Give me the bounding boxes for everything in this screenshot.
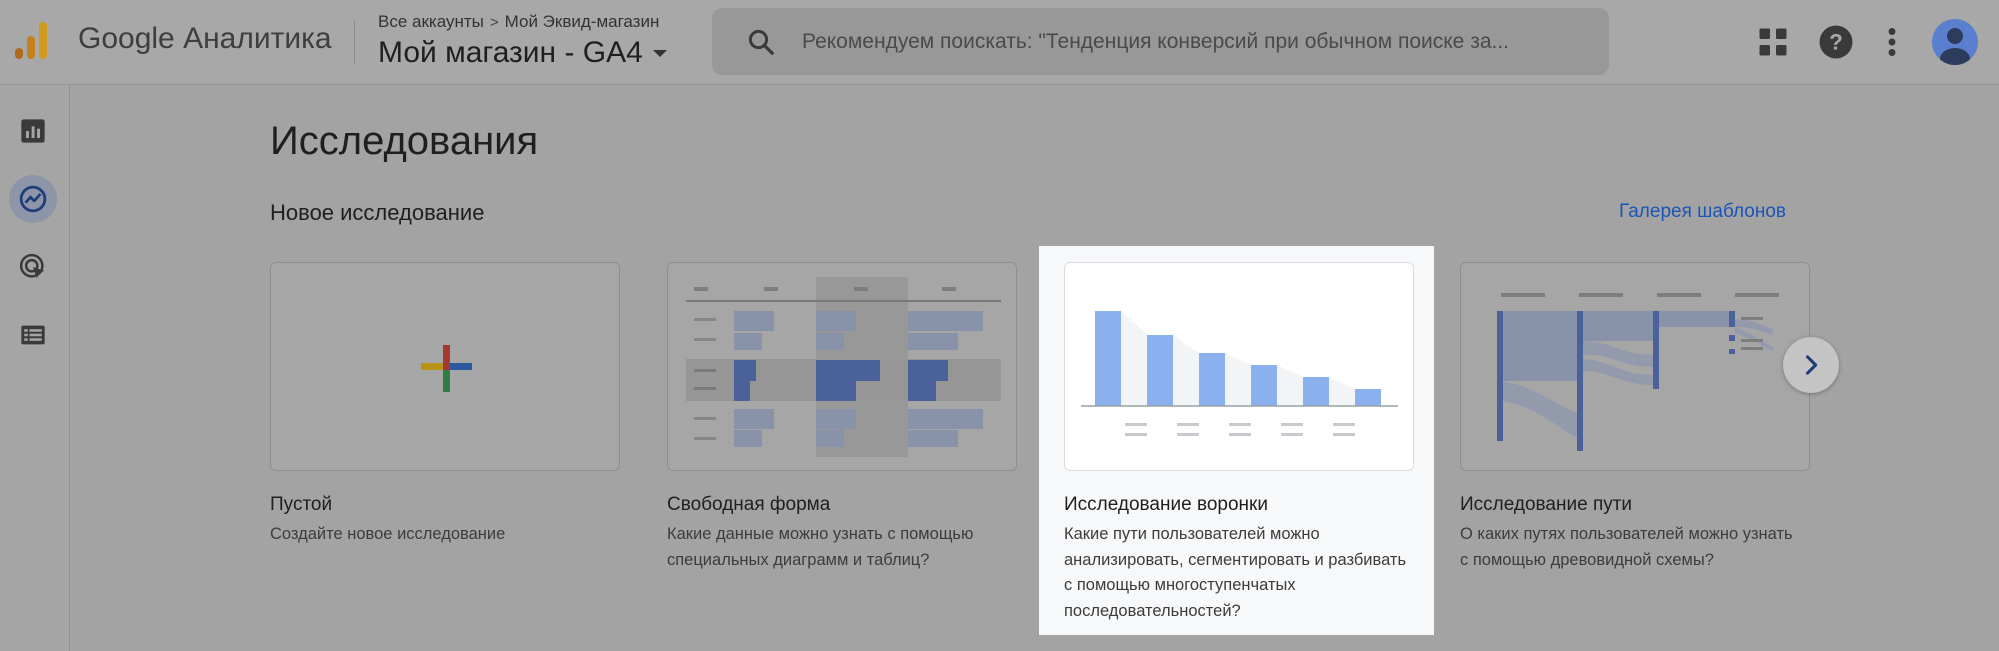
header-divider xyxy=(354,20,355,64)
card-title-funnel[interactable]: Исследование воронки xyxy=(1064,494,1268,516)
card-desc-funnel: Какие пути пользователей можно анализиро… xyxy=(1064,525,1407,620)
breadcrumb-root[interactable]: Все аккаунты xyxy=(378,12,484,32)
nav-advertising[interactable] xyxy=(9,243,57,291)
reports-icon xyxy=(21,119,45,143)
google-analytics-logo[interactable] xyxy=(12,18,52,62)
card-desc-freeform: Какие данные можно узнать с помощью спец… xyxy=(667,525,974,569)
more-vert-icon[interactable] xyxy=(1874,24,1910,60)
nav-reports[interactable] xyxy=(9,107,57,155)
plus-icon xyxy=(421,345,472,392)
funnel-chart-illustration xyxy=(1081,311,1398,436)
path-tree-illustration xyxy=(1497,293,1779,451)
help-icon[interactable]: ? xyxy=(1818,24,1854,60)
left-nav-rail xyxy=(0,85,70,651)
svg-text:?: ? xyxy=(1829,30,1843,55)
explore-icon xyxy=(19,185,47,213)
account-avatar[interactable] xyxy=(1932,19,1978,65)
search-icon xyxy=(748,29,774,55)
chevron-right-icon xyxy=(1805,355,1818,375)
path-card-thumbnail[interactable] xyxy=(1460,262,1810,471)
template-gallery-link[interactable]: Галерея шаблонов xyxy=(1619,201,1786,223)
breadcrumb-separator: > xyxy=(489,13,499,31)
freeform-table-illustration xyxy=(686,277,1001,457)
card-desc-path: О каких путях пользователей можно узнать… xyxy=(1460,525,1793,569)
card-title-blank[interactable]: Пустой xyxy=(270,494,332,516)
person-icon xyxy=(1940,28,1970,65)
search-bar[interactable]: Рекомендуем поискать: "Тенденция конверс… xyxy=(712,8,1609,75)
freeform-card-thumbnail[interactable] xyxy=(667,262,1017,471)
search-placeholder: Рекомендуем поискать: "Тенденция конверс… xyxy=(802,30,1510,53)
nav-configure[interactable] xyxy=(9,311,57,359)
nav-explore[interactable] xyxy=(9,175,57,223)
advertising-icon xyxy=(19,253,45,279)
card-desc-blank: Создайте новое исследование xyxy=(270,525,506,543)
apps-grid-icon[interactable] xyxy=(1755,24,1791,60)
breadcrumb[interactable]: Все аккаунты > Мой Эквид-магазин xyxy=(378,12,659,32)
property-name: Мой магазин - GA4 xyxy=(378,36,643,69)
dropdown-caret-icon xyxy=(652,49,667,57)
page-title: Исследования xyxy=(270,119,539,163)
funnel-card-thumbnail[interactable] xyxy=(1064,262,1414,471)
top-bar: Google Аналитика Все аккаунты > Мой Экви… xyxy=(0,0,1999,85)
funnel-card-highlight[interactable]: Исследование воронки Какие пути пользова… xyxy=(1039,246,1434,635)
carousel-next-button[interactable] xyxy=(1783,337,1839,393)
breadcrumb-account[interactable]: Мой Эквид-магазин xyxy=(505,12,660,32)
property-selector[interactable]: Мой магазин - GA4 xyxy=(378,36,667,70)
section-title: Новое исследование xyxy=(270,200,485,225)
configure-icon xyxy=(21,325,45,345)
blank-card-thumbnail[interactable] xyxy=(270,262,620,471)
card-title-freeform[interactable]: Свободная форма xyxy=(667,494,830,516)
card-title-path[interactable]: Исследование пути xyxy=(1460,494,1632,516)
app-name: Google Аналитика xyxy=(78,22,332,55)
